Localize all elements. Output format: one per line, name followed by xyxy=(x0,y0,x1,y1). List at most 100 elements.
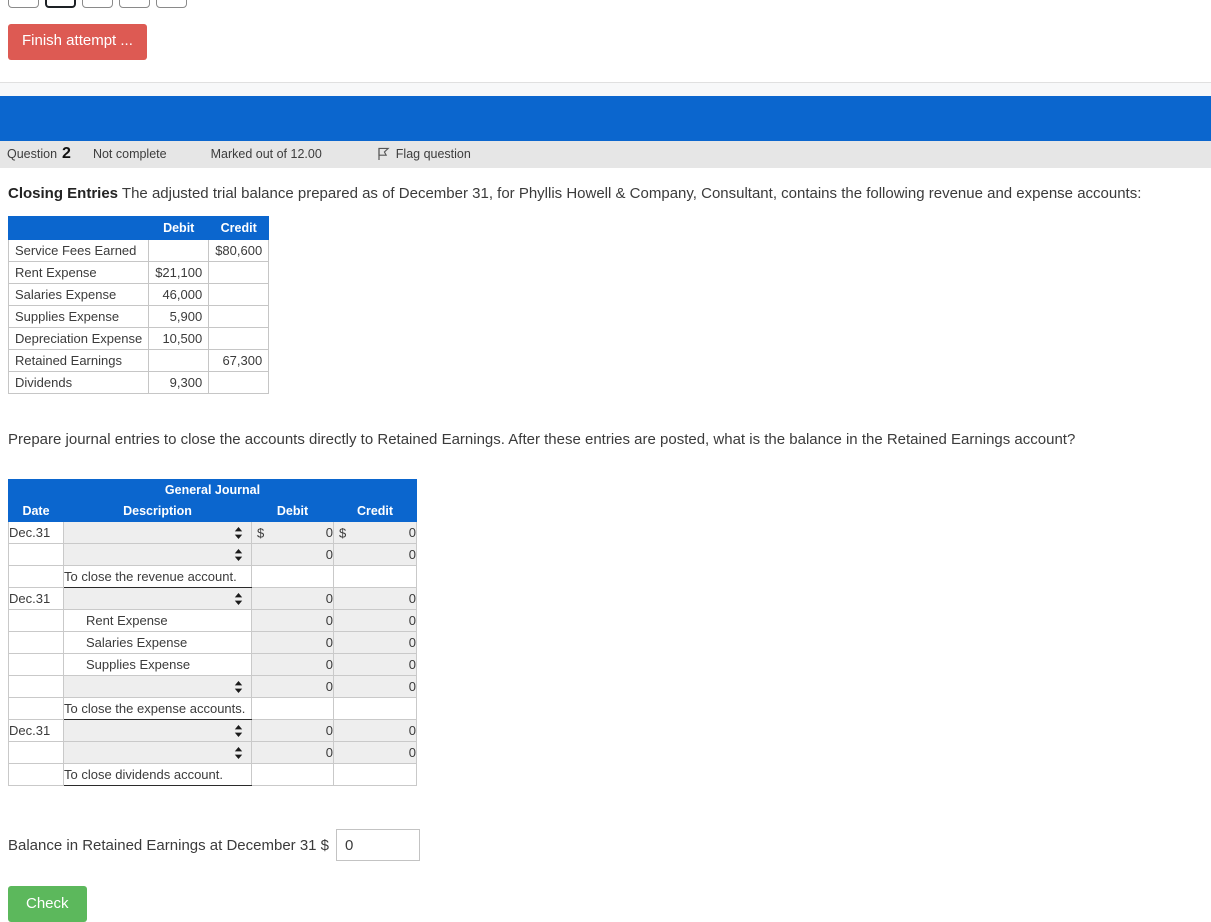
gj-debit-input xyxy=(252,698,334,720)
gj-header-debit: Debit xyxy=(252,501,334,522)
flag-question-button[interactable]: Flag question xyxy=(377,147,471,161)
trial-balance-credit xyxy=(209,305,269,327)
gj-credit-value: 0 xyxy=(409,525,416,540)
gj-debit-input[interactable]: 0 xyxy=(252,654,334,676)
trial-balance-header-account xyxy=(9,216,149,239)
general-journal-row: Salaries Expense00 xyxy=(9,632,417,654)
gj-debit-value: 0 xyxy=(326,679,333,694)
trial-balance-row: Salaries Expense46,000 xyxy=(9,283,269,305)
trial-balance-debit: $21,100 xyxy=(149,261,209,283)
gj-debit-input[interactable]: 0 xyxy=(252,676,334,698)
trial-balance-debit xyxy=(149,239,209,261)
trial-balance-row: Dividends9,300 xyxy=(9,371,269,393)
gj-account-select[interactable] xyxy=(64,522,252,544)
gj-credit-input[interactable]: 0 xyxy=(334,720,417,742)
gj-credit-input[interactable]: 0 xyxy=(334,654,417,676)
gj-credit-value: 0 xyxy=(409,547,416,562)
trial-balance-account: Depreciation Expense xyxy=(9,327,149,349)
gj-cell-account-label: Rent Expense xyxy=(64,610,252,632)
gj-account-select[interactable] xyxy=(64,676,252,698)
general-journal-title-row: General Journal xyxy=(9,480,417,501)
gj-credit-input[interactable]: $0 xyxy=(334,522,417,544)
gj-cell-date: Dec.31 xyxy=(9,588,64,610)
question-marks: Marked out of 12.00 xyxy=(211,147,322,161)
retained-earnings-balance-input[interactable] xyxy=(336,829,420,861)
gj-credit-input[interactable]: 0 xyxy=(334,544,417,566)
general-journal-row: 00 xyxy=(9,676,417,698)
gj-cell-memo: To close dividends account. xyxy=(64,764,252,786)
quiz-nav-box-1[interactable] xyxy=(8,0,39,8)
gj-credit-input[interactable]: 0 xyxy=(334,632,417,654)
trial-balance-table: Debit Credit Service Fees Earned$80,600R… xyxy=(8,216,269,394)
gj-cell-account-label: Salaries Expense xyxy=(64,632,252,654)
finish-attempt-button[interactable]: Finish attempt ... xyxy=(8,24,147,60)
gj-credit-value: 0 xyxy=(409,723,416,738)
gj-cell-date xyxy=(9,742,64,764)
trial-balance-account: Retained Earnings xyxy=(9,349,149,371)
trial-balance-credit xyxy=(209,283,269,305)
gj-cell-date: Dec.31 xyxy=(9,720,64,742)
gj-debit-input[interactable]: 0 xyxy=(252,632,334,654)
gj-credit-input[interactable]: 0 xyxy=(334,588,417,610)
gj-debit-input[interactable]: 0 xyxy=(252,742,334,764)
trial-balance-row: Service Fees Earned$80,600 xyxy=(9,239,269,261)
quiz-nav-box-2[interactable] xyxy=(45,0,76,8)
gj-cell-date xyxy=(9,632,64,654)
gj-debit-input[interactable]: 0 xyxy=(252,544,334,566)
general-journal-row: To close the expense accounts. xyxy=(9,698,417,720)
gj-cell-memo: To close the revenue account. xyxy=(64,566,252,588)
gj-credit-input[interactable]: 0 xyxy=(334,742,417,764)
trial-balance-account: Dividends xyxy=(9,371,149,393)
gj-cell-date xyxy=(9,654,64,676)
select-arrows-icon xyxy=(234,746,243,760)
gj-header-date: Date xyxy=(9,501,64,522)
gj-account-select[interactable] xyxy=(64,544,252,566)
general-journal-row: To close dividends account. xyxy=(9,764,417,786)
gj-account-select[interactable] xyxy=(64,588,252,610)
gj-account-select[interactable] xyxy=(64,720,252,742)
gj-credit-value: 0 xyxy=(409,679,416,694)
quiz-nav-strip xyxy=(0,0,1211,12)
trial-balance-row: Retained Earnings 67,300 xyxy=(9,349,269,371)
general-journal-row: Dec.31 00 xyxy=(9,588,417,610)
question-prompt: Closing Entries The adjusted trial balan… xyxy=(8,184,1203,204)
gj-cell-memo: To close the expense accounts. xyxy=(64,698,252,720)
trial-balance-account: Salaries Expense xyxy=(9,283,149,305)
trial-balance-header-row: Debit Credit xyxy=(9,216,269,239)
trial-balance-credit xyxy=(209,327,269,349)
question-state: Not complete xyxy=(93,147,167,161)
gj-account-select[interactable] xyxy=(64,742,252,764)
quiz-nav-box-4[interactable] xyxy=(119,0,150,8)
gj-credit-input[interactable]: 0 xyxy=(334,676,417,698)
question-body: Closing Entries The adjusted trial balan… xyxy=(0,168,1211,922)
trial-balance-credit: 67,300 xyxy=(209,349,269,371)
general-journal-row: Rent Expense00 xyxy=(9,610,417,632)
gj-debit-input[interactable]: 0 xyxy=(252,588,334,610)
gj-header-credit: Credit xyxy=(334,501,417,522)
select-arrows-icon xyxy=(234,592,243,606)
check-button[interactable]: Check xyxy=(8,886,87,922)
flag-icon xyxy=(377,147,390,161)
general-journal-row: 00 xyxy=(9,742,417,764)
gj-cell-date xyxy=(9,610,64,632)
gj-header-description: Description xyxy=(64,501,252,522)
trial-balance-credit xyxy=(209,371,269,393)
gj-debit-input[interactable]: $0 xyxy=(252,522,334,544)
question-info-bar: Question 2 Not complete Marked out of 12… xyxy=(0,141,1211,168)
trial-balance-row: Rent Expense$21,100 xyxy=(9,261,269,283)
gj-debit-value: 0 xyxy=(326,745,333,760)
gj-credit-value: 0 xyxy=(409,635,416,650)
select-arrows-icon xyxy=(234,724,243,738)
gj-credit-input[interactable]: 0 xyxy=(334,610,417,632)
prompt-text: The adjusted trial balance prepared as o… xyxy=(118,185,1141,202)
trial-balance-account: Supplies Expense xyxy=(9,305,149,327)
gj-debit-input[interactable]: 0 xyxy=(252,720,334,742)
gj-credit-input xyxy=(334,566,417,588)
quiz-nav-box-3[interactable] xyxy=(82,0,113,8)
trial-balance-debit: 46,000 xyxy=(149,283,209,305)
general-journal-title: General Journal xyxy=(9,480,417,501)
select-arrows-icon xyxy=(234,548,243,562)
quiz-nav-box-5[interactable] xyxy=(156,0,187,8)
gj-debit-input[interactable]: 0 xyxy=(252,610,334,632)
general-journal-row: 00 xyxy=(9,544,417,566)
